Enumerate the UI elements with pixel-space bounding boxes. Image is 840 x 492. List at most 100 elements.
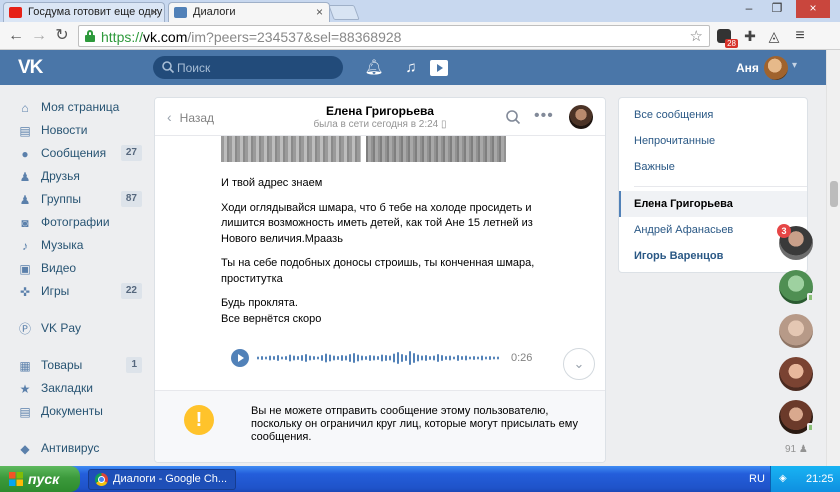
counter-badge: 1 [126, 357, 142, 373]
waveform-bar [333, 355, 335, 361]
maximize-icon[interactable]: ❐ [764, 0, 790, 18]
start-button[interactable]: пуск [0, 466, 80, 492]
taskbar-window-title: Диалоги - Google Ch... [113, 473, 228, 485]
sidebar-item-messages[interactable]: ● Сообщения 27 [18, 144, 142, 167]
scrollbar-thumb[interactable] [830, 181, 838, 207]
chat-bubble-avatar[interactable] [779, 270, 814, 304]
filter-unread[interactable]: Непрочитанные [619, 128, 807, 154]
music-note-icon[interactable]: ♫ [401, 58, 421, 78]
menu-icon[interactable]: ≡ [790, 26, 810, 46]
sidebar-item-documents[interactable]: ▤ Документы [18, 402, 142, 425]
waveform-bar [341, 355, 343, 361]
waveform-bar [473, 356, 475, 360]
waveform-bar [477, 356, 479, 360]
scroll-down-button[interactable]: ⌄ [563, 348, 595, 380]
tab-title: Госдума готовит еще одну [28, 6, 163, 18]
network-icon[interactable]: ◈ [779, 473, 787, 484]
page-scrollbar[interactable] [826, 50, 840, 466]
close-tab-icon[interactable]: × [316, 5, 323, 19]
bell-icon[interactable]: 🔔︎ [364, 58, 384, 78]
photo-attachment[interactable] [366, 136, 506, 162]
tab-gosduma[interactable]: Госдума готовит еще одну × [3, 2, 165, 22]
more-chats-counter[interactable]: 91 ♟ [785, 444, 808, 455]
waveform-bar [469, 356, 471, 360]
photo-attachment[interactable] [221, 136, 361, 162]
waveform-bar [461, 356, 463, 360]
reload-icon[interactable]: ↻ [52, 26, 72, 46]
chat-item-active[interactable]: Елена Григорьева [619, 191, 807, 217]
sidebar-item-label: VK Pay [41, 321, 82, 335]
filter-important[interactable]: Важные [619, 154, 807, 180]
sidebar-item-groups[interactable]: ♟ Группы 87 [18, 190, 142, 213]
tab-dialogi[interactable]: Диалоги × [168, 2, 330, 22]
puzzle-extension-icon[interactable]: ✚ [740, 26, 760, 46]
waveform-bar [349, 354, 351, 362]
extension-badge: 28 [725, 39, 738, 48]
window-close-icon[interactable]: × [796, 0, 830, 18]
waveform[interactable] [257, 347, 505, 369]
sidebar-item-photos[interactable]: ◙ Фотографии [18, 213, 142, 236]
avatar[interactable] [569, 105, 593, 129]
sidebar-item-my-page[interactable]: ⌂ Моя страница [18, 98, 142, 121]
back-arrow-icon[interactable]: ← [6, 26, 26, 46]
waveform-bar [273, 356, 275, 360]
sidebar-item-video[interactable]: ▣ Видео [18, 259, 142, 282]
chat-bubble-avatar[interactable] [779, 314, 813, 348]
search-placeholder: Поиск [177, 61, 211, 75]
search-icon[interactable] [505, 109, 521, 125]
chevron-down-icon[interactable]: ▾ [792, 60, 797, 71]
search-input[interactable]: Поиск [153, 56, 343, 79]
waveform-bar [281, 356, 283, 360]
language-indicator[interactable]: RU [749, 473, 765, 485]
extension-counter-icon[interactable]: 28 [714, 26, 738, 48]
waveform-bar [285, 356, 287, 360]
browser-toolbar: ← → ↻ https://vk.com/im?peers=234537&sel… [0, 22, 840, 50]
sidebar-item-news[interactable]: ▤ Новости [18, 121, 142, 144]
message-text: Будь проклята. Все вернётся скоро [221, 297, 322, 325]
taskbar-window-button[interactable]: Диалоги - Google Ch... [88, 469, 236, 490]
waveform-bar [265, 356, 267, 360]
sidebar-item-goods[interactable]: ▦ Товары 1 [18, 356, 142, 379]
user-name[interactable]: Аня [736, 61, 759, 75]
waveform-bar [377, 356, 379, 360]
waveform-bar [385, 355, 387, 361]
menu-divider [18, 342, 142, 356]
avatar[interactable] [764, 56, 788, 80]
message-text: Ходи оглядывайся шмара, что б тебе на хо… [221, 201, 533, 245]
sidebar-item-label: Игры [41, 284, 70, 298]
voice-message: 0:26 [229, 347, 539, 371]
waveform-bar [381, 354, 383, 362]
sidebar-item-antivirus[interactable]: ◆ Антивирус [18, 439, 142, 462]
sidebar-item-friends[interactable]: ♟ Друзья [18, 167, 142, 190]
person-icon: ♟ [798, 444, 808, 455]
menu-divider [18, 425, 142, 439]
chat-icon: ● [21, 147, 29, 161]
minimize-icon[interactable]: – [736, 0, 762, 18]
address-bar[interactable]: https://vk.com/im?peers=234537&sel=88368… [78, 25, 710, 47]
sidebar-item-games[interactable]: ✜ Игры 22 [18, 282, 142, 305]
voice-duration: 0:26 [511, 352, 533, 364]
sidebar-item-vkpay[interactable]: Ⓟ VK Pay [18, 319, 142, 342]
play-icon[interactable] [429, 58, 449, 78]
close-tab-icon[interactable]: × [151, 5, 158, 19]
vk-logo[interactable]: VK [18, 57, 46, 78]
chrome-icon [95, 473, 108, 486]
sidebar-item-bookmarks[interactable]: ★ Закладки [18, 379, 142, 402]
more-dots-icon[interactable]: ••• [534, 107, 554, 125]
bookmark-star-icon[interactable]: ☆ [690, 27, 703, 45]
play-button[interactable] [231, 349, 249, 367]
music-icon: ♪ [22, 239, 28, 253]
chat-bubble-avatar[interactable]: 3 [777, 224, 813, 260]
sidebar-item-music[interactable]: ♪ Музыка [18, 236, 142, 259]
tab-title: Диалоги [193, 6, 236, 18]
sidebar-item-label: Моя страница [41, 100, 120, 114]
url-scheme: https:// [101, 29, 144, 45]
waveform-bar [269, 355, 271, 361]
chat-bubble-avatar[interactable] [779, 400, 814, 434]
filter-all-messages[interactable]: Все сообщения [619, 102, 807, 128]
new-tab-button[interactable] [328, 5, 360, 20]
forward-arrow-icon[interactable]: → [29, 26, 49, 46]
waveform-bar [301, 355, 303, 361]
chat-bubble-avatar[interactable] [779, 357, 813, 391]
drive-extension-icon[interactable]: ◬ [764, 26, 784, 46]
